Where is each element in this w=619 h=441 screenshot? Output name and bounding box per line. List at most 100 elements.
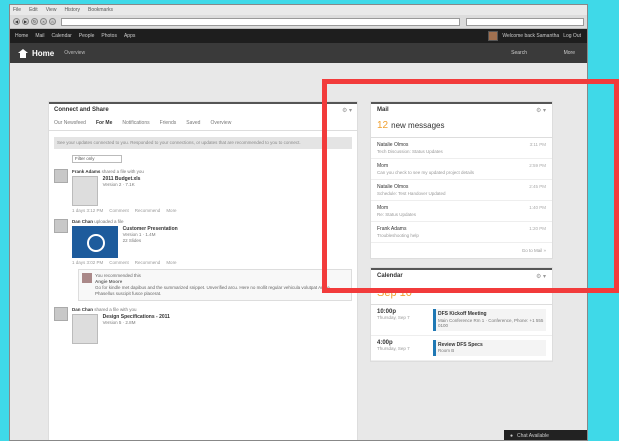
entry-author[interactable]: Dan Chan <box>72 307 93 312</box>
main-content: Connect and Share ⚙ ▾ Our Newsfeed For M… <box>10 63 587 440</box>
chat-bar[interactable]: ● Chat Available <box>504 430 587 440</box>
forward-icon[interactable]: ▶ <box>22 18 29 25</box>
back-icon[interactable]: ◀ <box>13 18 20 25</box>
go-to-mail-link[interactable]: Go to Mail » <box>371 243 552 258</box>
mail-item[interactable]: Natalie Olmos Tech Discussion: Status Up… <box>371 138 552 159</box>
mail-item[interactable]: Mom Re: Status Updates 1:40 PM <box>371 201 552 222</box>
mail-item[interactable]: Frank Adams Troubleshooting help 1:20 PM <box>371 222 552 243</box>
calendar-panel: Calendar ⚙ ▾ Sep 10 10:00p Thursday, Sep … <box>370 267 553 362</box>
calendar-event-row: 4:00p Thursday, Sep 7 Review DFS Specs Roo… <box>371 336 552 361</box>
mail-from: Frank Adams <box>377 226 407 232</box>
nav-photos[interactable]: Photos <box>101 33 117 39</box>
file-thumbnail[interactable] <box>72 176 98 206</box>
chat-status-icon: ● <box>510 433 514 439</box>
event-day: Thursday, Sep 7 <box>377 345 410 351</box>
more-link[interactable]: More <box>166 208 176 213</box>
avatar[interactable] <box>54 307 68 321</box>
logout-link[interactable]: Log Out <box>563 33 581 39</box>
new-messages[interactable]: 12 new messages <box>371 116 552 138</box>
event-detail: Room B <box>438 348 455 353</box>
home-nav-icon[interactable]: ⌂ <box>49 18 56 25</box>
new-count: 12 <box>377 120 389 131</box>
comment-head: You recommended this <box>95 273 141 278</box>
tab-saved[interactable]: Saved <box>186 120 200 126</box>
commenter-name[interactable]: Angie Moore <box>95 279 122 284</box>
browser-toolbar: ◀ ▶ ↻ × ⌂ <box>10 15 587 29</box>
entry-author[interactable]: Frank Adams <box>72 169 100 174</box>
file-meta: Version 5 · 2.8M <box>102 320 136 325</box>
feed-title: Connect and Share <box>54 107 109 113</box>
menu-file[interactable]: File <box>13 7 21 13</box>
tab-newsfeed[interactable]: Our Newsfeed <box>54 120 86 126</box>
chat-label: Chat Available <box>517 433 549 439</box>
file-info: 2011 Budget.xls Version 2 · 7.1K <box>103 176 141 188</box>
recommend-link[interactable]: Recommend <box>135 208 161 213</box>
comment-text: Go for kindle met dapibus and the summar… <box>95 285 331 296</box>
page-subtitle[interactable]: Overview <box>64 50 85 56</box>
comment-box: You recommended this Angie Moore Go for … <box>78 269 352 301</box>
mail-item[interactable]: Mom Can you check to see my updated proj… <box>371 159 552 180</box>
browser-search-input[interactable] <box>466 17 584 26</box>
file-meta: Version 2 · 7.1K <box>102 182 135 187</box>
nav-mail[interactable]: Mail <box>35 33 44 39</box>
menu-bookmarks[interactable]: Bookmarks <box>88 7 113 13</box>
tab-friends[interactable]: Friends <box>160 120 177 126</box>
mail-subject: Schedule: Test Handover Updated <box>377 191 446 196</box>
page-title: Home <box>32 48 55 58</box>
tab-for-me[interactable]: For Me <box>96 120 112 126</box>
mail-time: 2:45 PM <box>529 184 546 189</box>
entry-time: 1 days 3:12 PM <box>72 208 104 213</box>
banner-more[interactable]: More <box>564 50 575 56</box>
event-title: DFS Kickoff Meeting <box>438 311 487 317</box>
panel-options-icon[interactable]: ⚙ ▾ <box>536 107 546 114</box>
recommend-link[interactable]: Recommend <box>135 260 161 265</box>
nav-apps[interactable]: Apps <box>124 33 135 39</box>
url-bar[interactable] <box>61 17 460 26</box>
welcome-text: Welcome back Samantha <box>502 33 560 39</box>
feed-filter-select[interactable]: Filter only <box>72 155 122 163</box>
top-nav: Home Mail Calendar People Photos Apps We… <box>10 29 587 43</box>
menu-edit[interactable]: Edit <box>29 7 38 13</box>
nav-people[interactable]: People <box>79 33 95 39</box>
presentation-thumbnail[interactable] <box>72 226 118 258</box>
avatar[interactable] <box>488 31 499 41</box>
calendar-event[interactable]: DFS Kickoff Meeting Main Conference Rm 1 … <box>433 309 546 331</box>
mail-item[interactable]: Natalie Olmos Schedule: Test Handover Up… <box>371 180 552 201</box>
feed-header: Connect and Share ⚙ ▾ <box>49 102 357 116</box>
feed-info: See your updates connected to you. Respo… <box>54 137 352 149</box>
file-thumbnail[interactable] <box>72 314 98 344</box>
feed-entry: Frank Adams shared a file with you 2011 … <box>54 169 352 213</box>
mail-header: Mail ⚙ ▾ <box>371 102 552 116</box>
calendar-header: Calendar ⚙ ▾ <box>371 268 552 282</box>
comment-link[interactable]: Comment <box>109 260 129 265</box>
event-detail: Main Conference Rm 1 · Conference, Phone… <box>438 317 544 329</box>
nav-calendar[interactable]: Calendar <box>52 33 72 39</box>
entry-author[interactable]: Dan Chan <box>72 219 93 224</box>
reload-icon[interactable]: ↻ <box>31 18 38 25</box>
stop-icon[interactable]: × <box>40 18 47 25</box>
mail-from: Natalie Olmos <box>377 184 409 190</box>
right-column: Mail ⚙ ▾ 12 new messages Natalie Olmos Te… <box>370 101 553 370</box>
calendar-event[interactable]: Review DFS Specs Room B <box>433 339 546 356</box>
feed-entry: Dan Chan shared a file with you Design S… <box>54 307 352 344</box>
mail-subject: Troubleshooting help <box>377 233 419 238</box>
menu-view[interactable]: View <box>46 7 57 13</box>
avatar[interactable] <box>54 169 68 183</box>
home-icon <box>18 48 28 58</box>
more-link[interactable]: More <box>166 260 176 265</box>
file-info: Customer Presentation Version 1 · 1.4M 22 … <box>123 226 178 244</box>
avatar[interactable] <box>54 219 68 233</box>
entry-action: uploaded a file <box>94 219 124 224</box>
tab-notifications[interactable]: Notifications <box>122 120 149 126</box>
menu-history[interactable]: History <box>64 7 80 13</box>
event-time: 4:00p Thursday, Sep 7 <box>377 340 427 356</box>
panel-options-icon[interactable]: ⚙ ▾ <box>536 273 546 280</box>
panel-options-icon[interactable]: ⚙ ▾ <box>342 107 352 114</box>
avatar[interactable] <box>82 273 92 283</box>
page-banner: Home Overview Search More <box>10 43 587 63</box>
banner-search[interactable]: Search <box>511 50 527 56</box>
tab-overview[interactable]: Overview <box>210 120 231 126</box>
nav-home[interactable]: Home <box>15 33 28 39</box>
comment-link[interactable]: Comment <box>109 208 129 213</box>
feed-panel: Connect and Share ⚙ ▾ Our Newsfeed For M… <box>48 101 358 440</box>
